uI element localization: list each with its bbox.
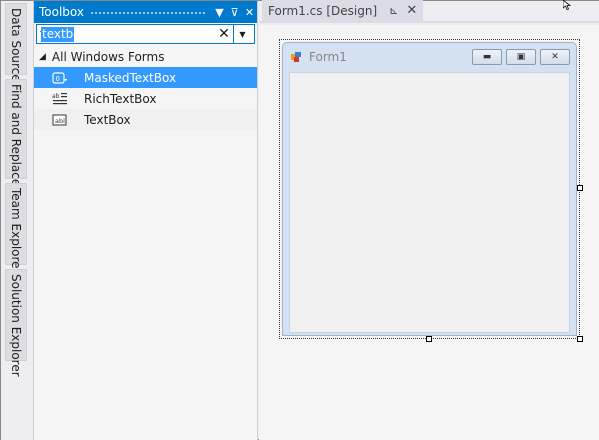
side-tab-label: Solution Explorer <box>9 274 23 377</box>
toolbox-item-maskedtextbox[interactable]: 0 MaskedTextBox <box>34 67 257 88</box>
toolbox-list: ◢ All Windows Forms 0 MaskedTextBox ab R… <box>34 47 257 130</box>
document-tab-row: Form1.cs [Design] ⊾ ✕ <box>259 0 599 23</box>
toolbox-panel: Toolbox ▼ ⊽ ✕ textb ✕ ▼ ◢ All Windows Fo… <box>34 1 258 440</box>
side-tab-label: Team Explorer <box>9 188 23 274</box>
side-tab-label: Data Sources <box>9 8 23 88</box>
search-selected-text: textb <box>41 27 75 42</box>
resize-handle-bottom[interactable] <box>426 336 432 342</box>
close-icon[interactable]: ✕ <box>242 6 257 19</box>
window-position-dropdown-icon[interactable]: ▼ <box>212 6 227 19</box>
toolbox-item-label: TextBox <box>84 112 131 127</box>
svg-text:abl: abl <box>55 117 65 125</box>
maximize-icon: ▣ <box>506 48 536 65</box>
side-tab-find-and-replace[interactable]: Find and Replace <box>5 79 27 186</box>
pin-icon[interactable]: ⊽ <box>227 6 242 19</box>
toolbox-item-textbox[interactable]: abl TextBox <box>34 109 257 130</box>
form-client-area[interactable] <box>289 72 570 333</box>
richtextbox-icon: ab <box>52 92 68 106</box>
mouse-cursor-icon <box>562 0 573 13</box>
svg-text:0: 0 <box>56 75 60 83</box>
group-label: All Windows Forms <box>51 50 165 64</box>
toolbox-group-all-windows-forms[interactable]: ◢ All Windows Forms <box>34 47 257 67</box>
document-area: Form1.cs [Design] ⊾ ✕ Form1 ▬ ▣ ✕ <box>259 0 599 440</box>
form-selection-frame: Form1 ▬ ▣ ✕ <box>279 39 580 339</box>
toolbox-item-richtextbox[interactable]: ab RichTextBox <box>34 88 257 109</box>
form-title: Form1 <box>309 49 347 64</box>
side-tab-team-explorer[interactable]: Team Explorer <box>5 183 27 274</box>
search-options-dropdown-icon[interactable]: ▼ <box>233 25 251 43</box>
toolbox-title: Toolbox <box>39 5 84 19</box>
close-tab-icon[interactable]: ✕ <box>406 3 417 18</box>
form-titlebar: Form1 ▬ ▣ ✕ <box>283 43 576 70</box>
masked-textbox-icon: 0 <box>52 71 68 85</box>
form-icon <box>291 51 303 63</box>
clear-search-icon[interactable]: ✕ <box>215 26 233 42</box>
form-window[interactable]: Form1 ▬ ▣ ✕ <box>282 42 577 336</box>
textbox-icon: abl <box>52 113 68 127</box>
form-close-icon: ✕ <box>540 48 570 65</box>
side-tab-data-sources[interactable]: Data Sources <box>5 3 27 88</box>
drag-grip[interactable] <box>90 10 206 16</box>
resize-handle-bottom-right[interactable] <box>577 336 583 342</box>
toolbox-search-box: textb ✕ ▼ <box>36 24 255 44</box>
tab-label: Form1.cs [Design] <box>268 3 378 18</box>
toolbox-item-label: MaskedTextBox <box>84 70 177 85</box>
side-tab-label: Find and Replace <box>9 84 23 187</box>
tab-form1-design[interactable]: Form1.cs [Design] ⊾ ✕ <box>262 0 424 21</box>
side-tab-strip: Data Sources Find and Replace Team Explo… <box>1 1 34 440</box>
toolbox-item-label: RichTextBox <box>84 91 157 106</box>
design-surface[interactable]: Form1 ▬ ▣ ✕ <box>259 25 599 440</box>
svg-text:ab: ab <box>52 93 60 100</box>
resize-handle-right[interactable] <box>577 185 583 191</box>
toolbox-header[interactable]: Toolbox ▼ ⊽ ✕ <box>34 1 257 23</box>
minimize-icon: ▬ <box>472 48 502 65</box>
expanded-triangle-icon: ◢ <box>39 52 46 62</box>
pin-tab-icon[interactable]: ⊾ <box>389 4 398 17</box>
side-tab-solution-explorer[interactable]: Solution Explorer <box>5 269 27 377</box>
